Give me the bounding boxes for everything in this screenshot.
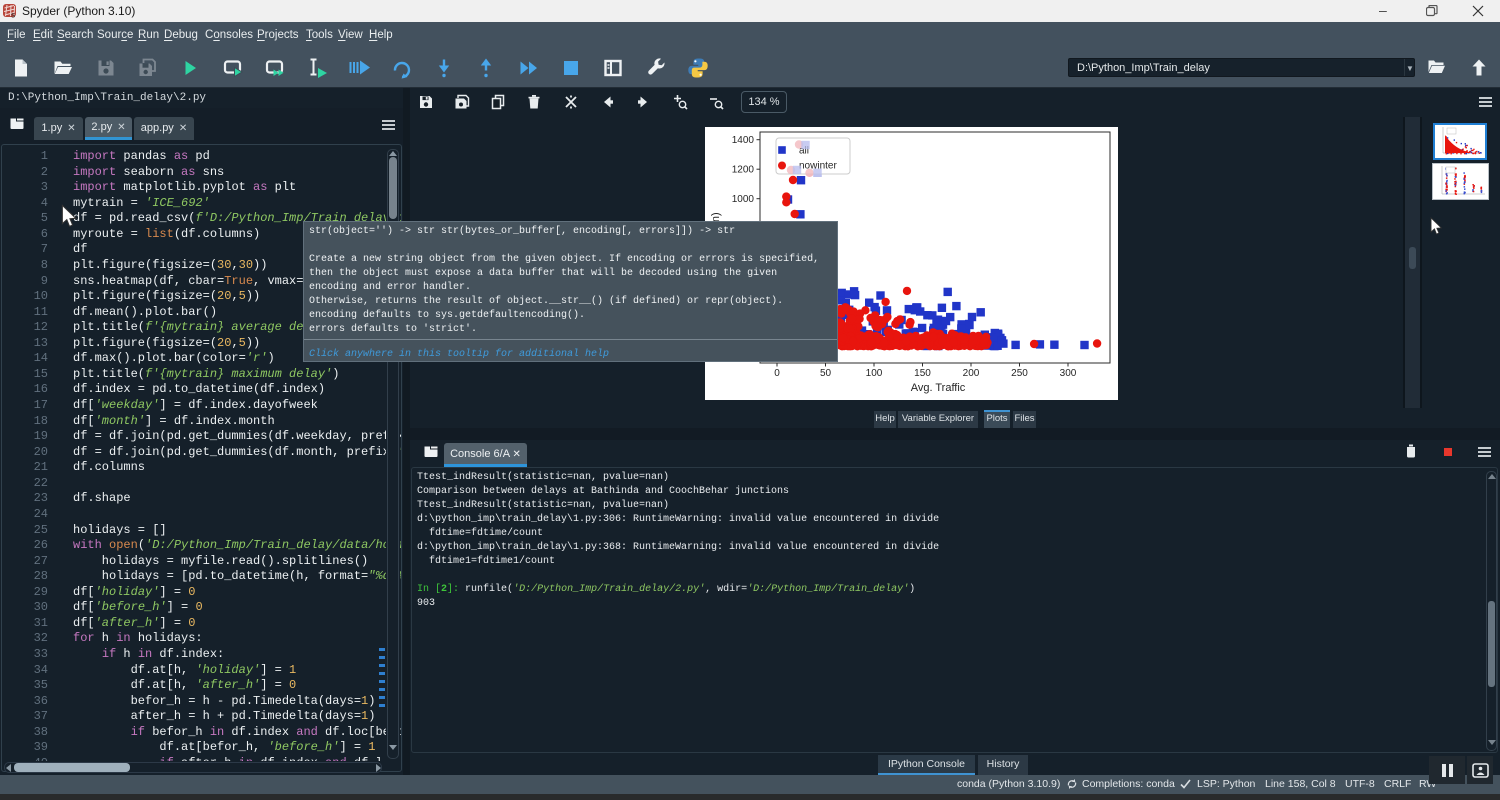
svg-text:Avg. Traffic: Avg. Traffic	[911, 382, 966, 394]
svg-text:150: 150	[914, 368, 931, 379]
svg-text:0: 0	[774, 368, 780, 379]
svg-text:300: 300	[1060, 368, 1077, 379]
svg-text:250: 250	[1011, 368, 1028, 379]
svg-text:200: 200	[963, 368, 980, 379]
svg-text:100: 100	[866, 368, 883, 379]
svg-text:1200: 1200	[732, 165, 755, 176]
svg-text:1400: 1400	[732, 135, 755, 146]
svg-text:1000: 1000	[732, 194, 755, 205]
svg-text:50: 50	[820, 368, 832, 379]
svg-text:s: s	[11, 10, 15, 19]
